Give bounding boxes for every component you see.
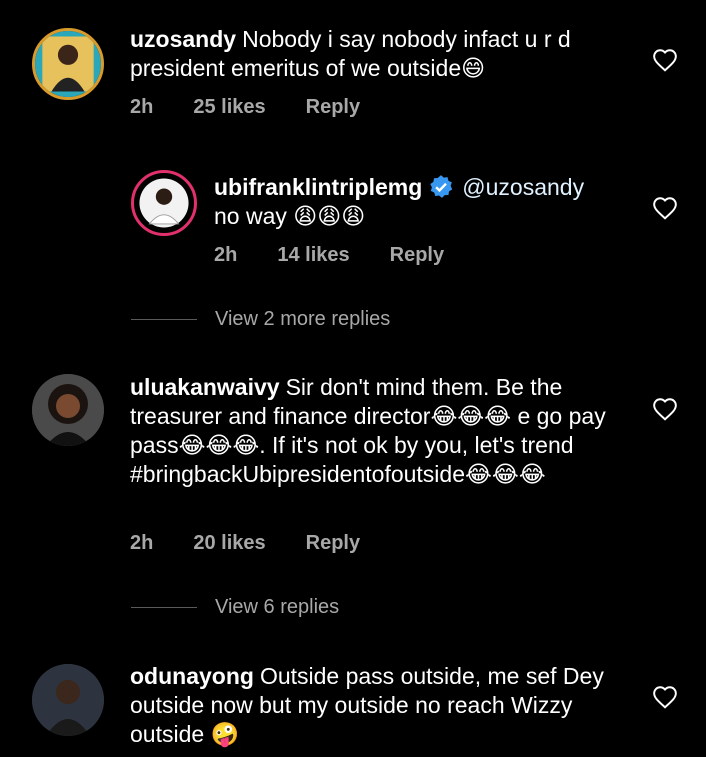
timestamp: 2h [130,96,154,118]
comment-text: no way 😩😩😩 [214,203,366,229]
comment-meta: 2h 14 likes Reply [214,244,444,267]
likes-count[interactable]: 20 likes [193,532,265,555]
heart-icon[interactable] [652,48,678,72]
username[interactable]: uzosandy [130,26,236,52]
avatar-uluakanwaivy[interactable] [32,374,104,446]
username[interactable]: odunayong [130,663,254,689]
comment-meta: 2h 20 likes Reply [130,532,360,555]
timestamp: 2h [130,532,154,554]
view-replies-label[interactable]: View 6 replies [215,596,339,619]
divider-line [131,319,197,320]
comment-body: uluakanwaivy Sir don't mind them. Be the … [130,373,620,489]
reply-button[interactable]: Reply [306,532,360,555]
timestamp: 2h [214,244,238,266]
view-replies[interactable]: View 6 replies [131,596,339,619]
likes-count[interactable]: 14 likes [277,244,349,267]
divider-line [131,607,197,608]
comment-meta: 2h 25 likes Reply [130,96,360,119]
reply-button[interactable]: Reply [390,244,444,267]
comment-body: odunayong Outside pass outside, me sef De… [130,662,620,749]
reply-button[interactable]: Reply [306,96,360,119]
heart-icon[interactable] [652,196,678,220]
view-replies-label[interactable]: View 2 more replies [215,308,390,331]
avatar-ubifranklintriplemg[interactable] [131,170,197,236]
mention-link[interactable]: @uzosandy [462,174,584,200]
heart-icon[interactable] [652,685,678,709]
view-more-replies[interactable]: View 2 more replies [131,308,390,331]
comment-body: uzosandy Nobody i say nobody infact u r d… [130,25,620,83]
comment-body: ubifranklintriplemg @uzosandy no way 😩😩😩 [214,173,634,231]
likes-count[interactable]: 25 likes [193,96,265,119]
heart-icon[interactable] [652,397,678,421]
avatar-odunayong[interactable] [32,664,104,736]
avatar-uzosandy[interactable] [32,28,104,100]
verified-badge-icon [428,174,454,200]
username[interactable]: uluakanwaivy [130,374,280,400]
username[interactable]: ubifranklintriplemg [214,174,422,200]
